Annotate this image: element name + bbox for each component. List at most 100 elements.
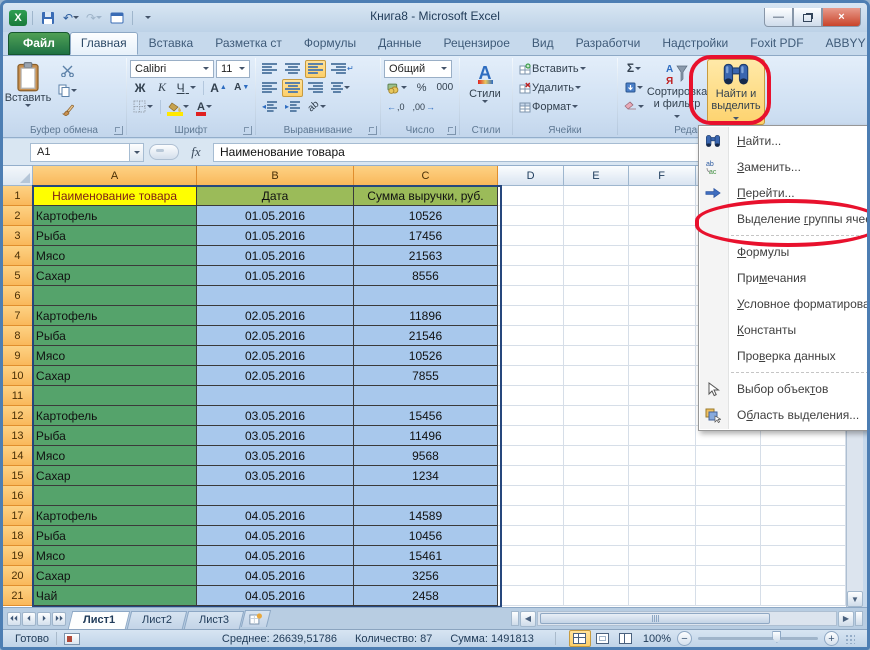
qat-customize-button[interactable] (138, 9, 158, 27)
redo-button[interactable]: ↷ (84, 9, 104, 27)
cell-D10[interactable] (498, 366, 564, 386)
row-header-13[interactable]: 13 (3, 426, 33, 446)
save-button[interactable] (38, 9, 58, 27)
cell-D18[interactable] (498, 526, 564, 546)
cell-A9[interactable]: Мясо (33, 346, 197, 366)
cell-D2[interactable] (498, 206, 564, 226)
cell-E6[interactable] (564, 286, 629, 306)
cell-E7[interactable] (564, 306, 629, 326)
align-left-button[interactable] (259, 79, 280, 97)
increase-decimal-button[interactable]: ←,0 (384, 98, 408, 116)
menu-item-проверка-данных[interactable]: Проверка данных (699, 343, 870, 369)
cell-F12[interactable] (629, 406, 696, 426)
cell-E11[interactable] (564, 386, 629, 406)
paste-button[interactable]: Вставить (5, 59, 51, 125)
cell-H19[interactable] (761, 546, 846, 566)
tab-Надстройки[interactable]: Надстройки (651, 32, 739, 55)
horizontal-scrollbar[interactable]: ◀ ▶ (511, 611, 867, 627)
window-split-handle[interactable] (855, 611, 863, 626)
cell-C9[interactable]: 10526 (354, 346, 498, 366)
row-header-18[interactable]: 18 (3, 526, 33, 546)
row-header-9[interactable]: 9 (3, 346, 33, 366)
insert-worksheet-tab[interactable] (241, 610, 271, 627)
cell-B9[interactable]: 02.05.2016 (197, 346, 353, 366)
first-sheet-icon[interactable]: ⏴⏴ (7, 612, 21, 626)
cell-A16[interactable] (33, 486, 197, 506)
cell-E2[interactable] (564, 206, 629, 226)
zoom-slider-handle[interactable] (772, 631, 781, 643)
cell-A13[interactable]: Рыба (33, 426, 197, 446)
page-break-view-button[interactable] (615, 630, 637, 647)
cell-D6[interactable] (498, 286, 564, 306)
menu-item-область-выделения-[interactable]: Область выделения... (699, 402, 870, 428)
bold-button[interactable]: Ж (130, 79, 150, 97)
row-header-2[interactable]: 2 (3, 206, 33, 226)
cell-G19[interactable] (696, 546, 762, 566)
row-header-4[interactable]: 4 (3, 246, 33, 266)
cell-D4[interactable] (498, 246, 564, 266)
formula-bar-handle[interactable] (149, 144, 179, 160)
cell-D19[interactable] (498, 546, 564, 566)
cell-F15[interactable] (629, 466, 696, 486)
cell-B6[interactable] (197, 286, 353, 306)
cell-F20[interactable] (629, 566, 696, 586)
cell-D1[interactable] (498, 186, 564, 206)
cell-A7[interactable]: Картофель (33, 306, 197, 326)
fill-color-button[interactable] (165, 98, 192, 116)
cell-C20[interactable]: 3256 (354, 566, 498, 586)
cell-B2[interactable]: 01.05.2016 (197, 206, 353, 226)
cell-E8[interactable] (564, 326, 629, 346)
align-center-button[interactable] (282, 79, 303, 97)
cell-B18[interactable]: 04.05.2016 (197, 526, 353, 546)
sheet-tab-Лист3[interactable]: Лист3 (184, 611, 245, 629)
cell-E16[interactable] (564, 486, 629, 506)
tab-Формулы[interactable]: Формулы (293, 32, 367, 55)
row-header-11[interactable]: 11 (3, 386, 33, 406)
prev-sheet-icon[interactable]: ⏴ (22, 612, 36, 626)
cell-B13[interactable]: 03.05.2016 (197, 426, 353, 446)
sheet-tab-Лист1[interactable]: Лист1 (68, 611, 131, 629)
format-painter-button[interactable] (55, 100, 80, 118)
merge-center-button[interactable] (328, 79, 353, 97)
cell-F4[interactable] (629, 246, 696, 266)
tab-split-handle[interactable] (511, 611, 519, 626)
column-header-F[interactable]: F (629, 166, 696, 186)
cell-D8[interactable] (498, 326, 564, 346)
menu-item-формулы[interactable]: Формулы (699, 239, 870, 265)
cell-A4[interactable]: Мясо (33, 246, 197, 266)
cell-C5[interactable]: 8556 (354, 266, 498, 286)
cell-C16[interactable] (354, 486, 498, 506)
number-dialog-launcher-icon[interactable] (447, 126, 456, 135)
cell-C3[interactable]: 17456 (354, 226, 498, 246)
cell-E4[interactable] (564, 246, 629, 266)
menu-item-перейти-[interactable]: Перейти... (699, 180, 870, 206)
accounting-format-button[interactable] (384, 79, 410, 97)
underline-button[interactable]: Ч (174, 79, 199, 97)
cell-B19[interactable]: 04.05.2016 (197, 546, 353, 566)
cell-A20[interactable]: Сахар (33, 566, 197, 586)
cell-D14[interactable] (498, 446, 564, 466)
cell-G14[interactable] (696, 446, 762, 466)
cell-B21[interactable]: 04.05.2016 (197, 586, 353, 606)
tab-Данные[interactable]: Данные (367, 32, 432, 55)
scroll-down-icon[interactable]: ▼ (847, 591, 863, 607)
cell-C15[interactable]: 1234 (354, 466, 498, 486)
sort-filter-button[interactable]: АЯ Сортировка и фильтр (649, 59, 705, 125)
minimize-button[interactable]: — (764, 8, 793, 27)
row-header-1[interactable]: 1 (3, 186, 33, 206)
shrink-font-button[interactable]: А▼ (231, 79, 252, 97)
cell-E3[interactable] (564, 226, 629, 246)
macro-record-icon[interactable] (64, 633, 80, 645)
horizontal-scroll-thumb[interactable] (540, 613, 770, 624)
cell-C17[interactable]: 14589 (354, 506, 498, 526)
cell-B15[interactable]: 03.05.2016 (197, 466, 353, 486)
fill-button[interactable] (621, 78, 647, 96)
cell-F2[interactable] (629, 206, 696, 226)
cell-C12[interactable]: 15456 (354, 406, 498, 426)
cell-H14[interactable] (761, 446, 846, 466)
align-top-button[interactable] (259, 60, 280, 78)
cell-G21[interactable] (696, 586, 762, 606)
cell-F8[interactable] (629, 326, 696, 346)
delete-cells-button[interactable]: Удалить (516, 79, 584, 97)
cell-E12[interactable] (564, 406, 629, 426)
